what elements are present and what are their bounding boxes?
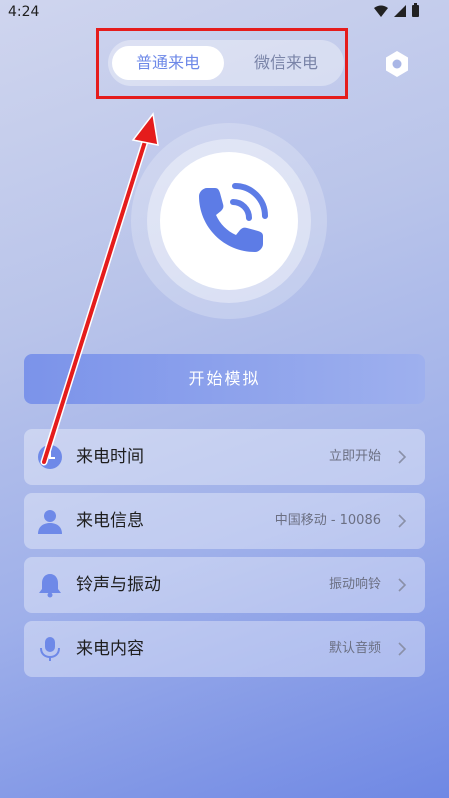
caller-info-label: 来电信息 [76,511,144,531]
status-time: 4:24 [8,4,40,20]
caller-info-value: 中国移动 - 10086 [274,513,381,528]
annotation-highlight-box [96,28,348,99]
chevron-right-icon [398,578,407,592]
person-icon [38,510,62,534]
chevron-right-icon [398,450,407,464]
bell-icon [39,574,61,598]
battery-icon [412,3,419,17]
clock-icon [38,445,62,469]
ringtone-vibration-value: 振动响铃 [328,577,381,592]
settings-hexagon-icon[interactable] [379,46,415,82]
setting-row-ringtone-vibration[interactable]: 铃声与振动 振动响铃 [24,557,425,613]
call-time-value: 立即开始 [328,449,381,464]
signal-icon [394,5,406,17]
phone-call-icon [199,183,268,252]
microphone-icon [40,637,60,661]
wifi-icon [374,5,388,17]
call-content-label: 来电内容 [76,639,144,659]
start-simulation-button[interactable]: 开始模拟 [24,354,425,404]
call-time-label: 来电时间 [76,447,144,467]
setting-row-call-time[interactable]: 来电时间 立即开始 [24,429,425,485]
setting-row-call-content[interactable]: 来电内容 默认音频 [24,621,425,677]
setting-row-caller-info[interactable]: 来电信息 中国移动 - 10086 [24,493,425,549]
call-content-value: 默认音频 [328,641,381,656]
status-icons [374,3,419,17]
chevron-right-icon [398,642,407,656]
status-bar: 4:24 [0,0,449,24]
ringtone-vibration-label: 铃声与振动 [76,575,161,595]
chevron-right-icon [398,514,407,528]
